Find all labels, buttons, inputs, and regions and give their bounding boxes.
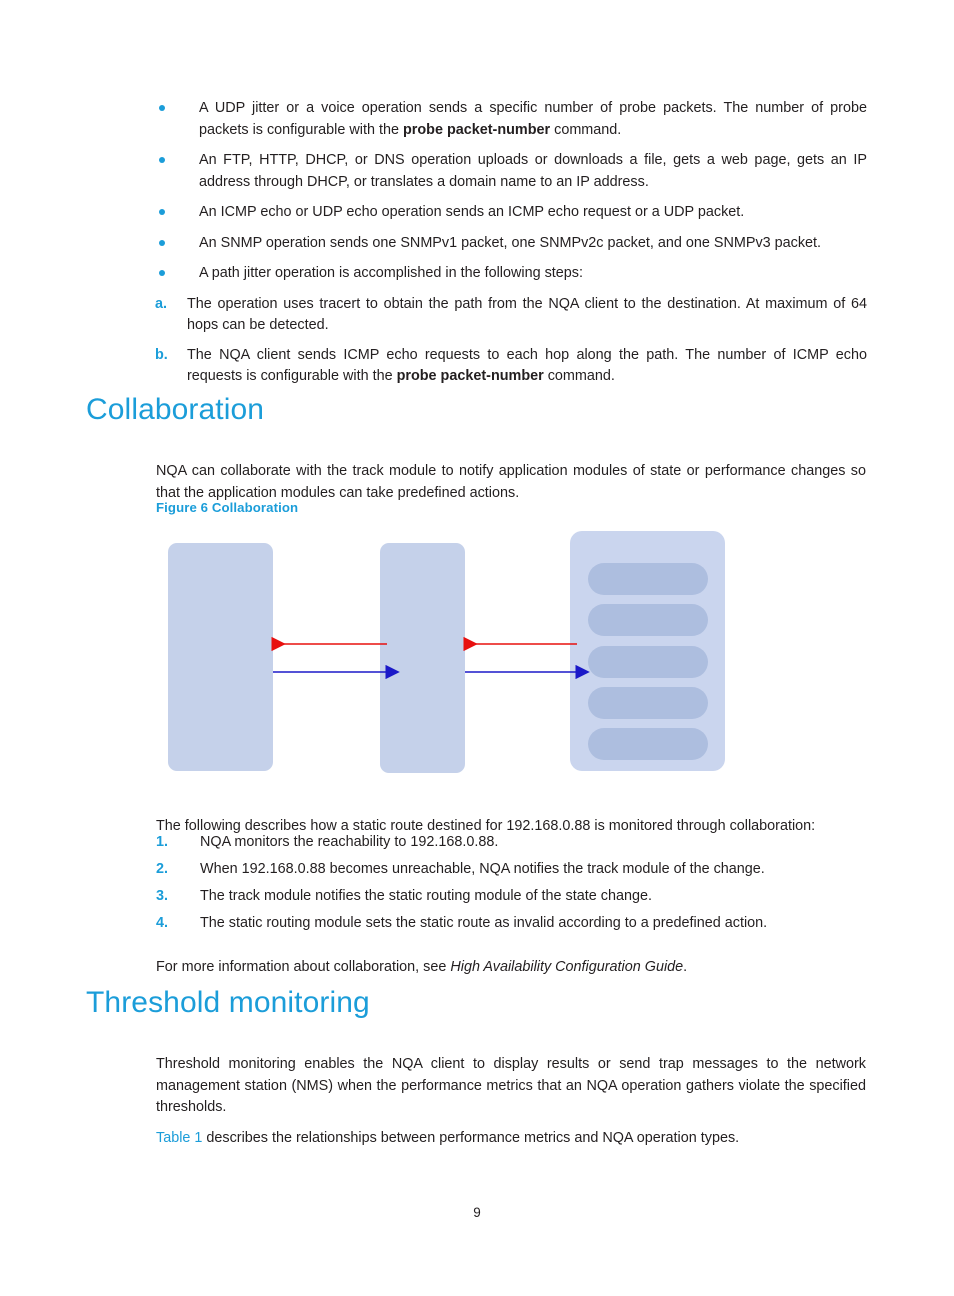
list-item: 2. When 192.168.0.88 becomes unreachable… [156, 859, 871, 881]
list-item-text: When 192.168.0.88 becomes unreachable, N… [200, 861, 765, 877]
more-info-text: For more information about collaboration… [156, 959, 688, 976]
list-marker: 4. [156, 915, 169, 931]
list-item: An FTP, HTTP, DHCP, or DNS operation upl… [155, 150, 867, 193]
list-item: An ICMP echo or UDP echo operation sends… [155, 202, 867, 224]
path-jitter-substeps: a. The operation uses tracert to obtain … [155, 294, 867, 388]
diagram-arrows [271, 636, 590, 680]
table-reference-text: Table 1 describes the relationships betw… [156, 1130, 740, 1147]
list-item-text: The NQA client sends ICMP echo requests … [187, 346, 867, 385]
bullet-icon [155, 150, 199, 163]
list-item-text: An SNMP operation sends one SNMPv1 packe… [199, 234, 822, 251]
table-1-link[interactable]: Table 1 [156, 1130, 202, 1146]
list-item-text: A path jitter operation is accomplished … [199, 265, 583, 281]
list-item-text: The static routing module sets the stati… [200, 915, 768, 931]
section-heading-collaboration: Collaboration [86, 393, 265, 426]
command-name: probe packet-number [396, 368, 544, 384]
collaboration-steps-list: 1. NQA monitors the reachability to 192.… [156, 832, 871, 940]
list-item-text: A UDP jitter or a voice operation sends … [199, 100, 867, 138]
list-marker: b. [155, 346, 168, 363]
list-item-text: The operation uses tracert to obtain the… [187, 295, 867, 334]
list-marker: a. [155, 295, 168, 312]
bullet-icon [155, 202, 199, 215]
list-item-text: The track module notifies the static rou… [200, 888, 652, 904]
command-name: probe packet-number [402, 121, 551, 138]
section-heading-threshold-monitoring: Threshold monitoring [86, 986, 370, 1019]
threshold-description: Threshold monitoring enables the NQA cli… [156, 1056, 866, 1116]
list-item: b. The NQA client sends ICMP echo reques… [155, 345, 867, 388]
list-item: 1. NQA monitors the reachability to 192.… [156, 832, 871, 854]
bullet-icon [155, 233, 199, 246]
list-item: 4. The static routing module sets the st… [156, 913, 871, 935]
collaboration-description: NQA can collaborate with the track modul… [156, 463, 866, 501]
document-page: A UDP jitter or a voice operation sends … [0, 0, 954, 1296]
figure-caption: Figure 6 Collaboration [156, 500, 299, 515]
guide-title: High Availability Configuration Guide [450, 959, 684, 976]
figure-6-collaboration-diagram [155, 524, 755, 782]
list-item-text: NQA monitors the reachability to 192.168… [200, 834, 499, 850]
list-marker: 2. [156, 861, 169, 877]
list-item: A UDP jitter or a voice operation sends … [155, 98, 867, 141]
list-item: a. The operation uses tracert to obtain … [155, 294, 867, 337]
bullet-icon [155, 263, 199, 276]
list-item: 3. The track module notifies the static … [156, 886, 871, 908]
list-item-text: An ICMP echo or UDP echo operation sends… [199, 204, 745, 220]
list-marker: 3. [156, 888, 169, 904]
bullet-icon [155, 98, 199, 111]
list-item: A path jitter operation is accomplished … [155, 263, 867, 285]
list-marker: 1. [156, 834, 169, 850]
operation-bullet-list: A UDP jitter or a voice operation sends … [155, 98, 867, 396]
page-number: 9 [473, 1205, 481, 1220]
list-item-text: An FTP, HTTP, DHCP, or DNS operation upl… [199, 152, 867, 190]
list-item: An SNMP operation sends one SNMPv1 packe… [155, 233, 867, 255]
